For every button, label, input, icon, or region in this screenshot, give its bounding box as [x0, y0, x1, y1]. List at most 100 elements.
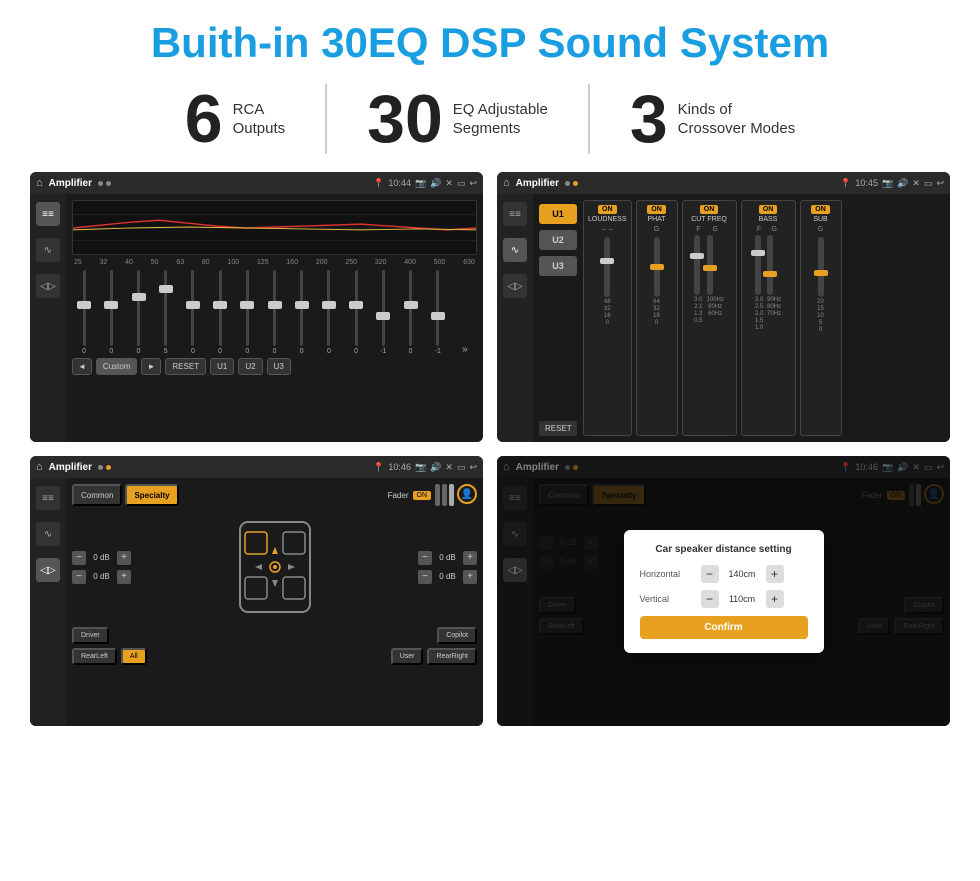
- db-minus-3[interactable]: −: [418, 551, 432, 565]
- eq-next-button[interactable]: ►: [141, 358, 161, 375]
- eq-slider-9[interactable]: 0: [290, 270, 314, 355]
- fader-slider-3[interactable]: [449, 484, 454, 506]
- eq-u2-button[interactable]: U2: [238, 358, 262, 375]
- sidebar-wave-icon-2[interactable]: ∿: [503, 238, 527, 262]
- u3-button[interactable]: U3: [539, 256, 577, 276]
- sidebar-eq-icon-2[interactable]: ≡≡: [503, 202, 527, 226]
- horizontal-label: Horizontal: [640, 569, 695, 579]
- dialog-overlay: Car speaker distance setting Horizontal …: [497, 456, 950, 726]
- home-icon-3[interactable]: ⌂: [36, 461, 43, 473]
- db-minus-1[interactable]: −: [72, 551, 86, 565]
- u1-button[interactable]: U1: [539, 204, 577, 224]
- pin-icon: 📍: [373, 178, 384, 189]
- eq-slider-5[interactable]: 0: [181, 270, 205, 355]
- slider-thumb-2: [104, 301, 118, 309]
- eq-u1-button[interactable]: U1: [210, 358, 234, 375]
- sidebar-wave-icon-3[interactable]: ∿: [36, 522, 60, 546]
- db-plus-4[interactable]: +: [463, 570, 477, 584]
- amp-reset-button[interactable]: RESET: [539, 421, 577, 436]
- eq-title: Amplifier: [49, 178, 92, 189]
- vertical-plus[interactable]: +: [766, 590, 784, 608]
- person-icon[interactable]: 👤: [457, 484, 477, 504]
- specialty-tab[interactable]: Specialty: [125, 484, 178, 506]
- phat-thumb: [650, 264, 664, 270]
- eq-slider-13[interactable]: 0: [398, 270, 422, 355]
- all-btn[interactable]: All: [121, 648, 147, 665]
- db-plus-2[interactable]: +: [117, 570, 131, 584]
- horizontal-plus[interactable]: +: [766, 565, 784, 583]
- eq-reset-button[interactable]: RESET: [165, 358, 206, 375]
- sidebar-vol-icon-2[interactable]: ◁▷: [503, 274, 527, 298]
- db-plus-3[interactable]: +: [463, 551, 477, 565]
- eq-slider-3[interactable]: 0: [126, 270, 150, 355]
- cutfreq-slider-g[interactable]: [707, 235, 713, 295]
- cutfreq-on[interactable]: ON: [700, 205, 719, 214]
- stat-number-rca: 6: [185, 85, 223, 153]
- u2-button[interactable]: U2: [539, 230, 577, 250]
- bass-slider-f[interactable]: [755, 235, 761, 295]
- sub-slider[interactable]: [818, 237, 824, 297]
- db-row-1: − 0 dB +: [72, 551, 131, 565]
- slider-track-9: [300, 270, 303, 346]
- confirm-button[interactable]: Confirm: [640, 616, 808, 639]
- eq-slider-8[interactable]: 0: [262, 270, 286, 355]
- loudness-slider[interactable]: [604, 237, 610, 297]
- db-minus-4[interactable]: −: [418, 570, 432, 584]
- db-plus-1[interactable]: +: [117, 551, 131, 565]
- phat-slider[interactable]: [654, 237, 660, 297]
- eq-slider-4[interactable]: 5: [154, 270, 178, 355]
- dialog-screenshot: ⌂ Amplifier 📍 10:46 📷 🔊 ✕ ▭ ↩: [497, 456, 950, 726]
- expand-icon: »: [462, 344, 468, 355]
- camera-icon-2: 📷: [882, 178, 893, 189]
- eq-u3-button[interactable]: U3: [267, 358, 291, 375]
- db-minus-2[interactable]: −: [72, 570, 86, 584]
- volume-icon-2: 🔊: [897, 178, 908, 189]
- sidebar-vol-icon[interactable]: ◁▷: [36, 274, 60, 298]
- sidebar-wave-icon[interactable]: ∿: [36, 238, 60, 262]
- phat-on[interactable]: ON: [647, 205, 666, 214]
- eq-slider-14[interactable]: -1: [426, 270, 450, 355]
- cutfreq-slider-f[interactable]: [694, 235, 700, 295]
- slider-thumb-8: [268, 301, 282, 309]
- rearleft-btn[interactable]: RearLeft: [72, 648, 117, 665]
- eq-slider-6[interactable]: 0: [208, 270, 232, 355]
- copilot-btn[interactable]: Copilot: [437, 627, 477, 644]
- common-tab[interactable]: Common: [72, 484, 122, 506]
- sidebar-eq-icon-3[interactable]: ≡≡: [36, 486, 60, 510]
- fader-slider-2[interactable]: [442, 484, 447, 506]
- sidebar-vol-icon-3[interactable]: ◁▷: [36, 558, 60, 582]
- speaker-main: Common Specialty Fader ON 👤: [66, 478, 483, 726]
- eq-slider-7[interactable]: 0: [235, 270, 259, 355]
- bass-on[interactable]: ON: [759, 205, 778, 214]
- eq-custom-button[interactable]: Custom: [96, 358, 138, 375]
- sub-on[interactable]: ON: [811, 205, 830, 214]
- eq-slider-12[interactable]: -1: [371, 270, 395, 355]
- eq-slider-1[interactable]: 0: [72, 270, 96, 355]
- user-btn[interactable]: User: [391, 648, 424, 665]
- sidebar-eq-icon[interactable]: ≡≡: [36, 202, 60, 226]
- driver-btn[interactable]: Driver: [72, 627, 109, 644]
- loudness-on[interactable]: ON: [598, 205, 617, 214]
- eq-slider-11[interactable]: 0: [344, 270, 368, 355]
- stat-eq: 30 EQ Adjustable Segments: [327, 85, 588, 153]
- vertical-minus[interactable]: −: [701, 590, 719, 608]
- speaker-bottom-buttons-2: RearLeft All User RearRight: [72, 648, 477, 665]
- horizontal-minus[interactable]: −: [701, 565, 719, 583]
- bass-slider-g[interactable]: [767, 235, 773, 295]
- eq-slider-expand[interactable]: »: [453, 270, 477, 355]
- pin-icon-2: 📍: [840, 178, 851, 189]
- home-icon[interactable]: ⌂: [36, 177, 43, 189]
- volume-icon-3: 🔊: [430, 462, 441, 473]
- eq-slider-10[interactable]: 0: [317, 270, 341, 355]
- eq-slider-2[interactable]: 0: [99, 270, 123, 355]
- slider-track-4: [164, 270, 167, 346]
- eq-prev-button[interactable]: ◄: [72, 358, 92, 375]
- fader-slider-1[interactable]: [435, 484, 440, 506]
- stats-row: 6 RCA Outputs 30 EQ Adjustable Segments …: [30, 84, 950, 154]
- rearright-btn[interactable]: RearRight: [427, 648, 477, 665]
- home-icon-2[interactable]: ⌂: [503, 177, 510, 189]
- bass-sliders: F 3.0 2.5 2.0 1.5: [755, 226, 781, 331]
- page-container: Buith-in 30EQ DSP Sound System 6 RCA Out…: [0, 0, 980, 881]
- topbar-icons-3: 📍 10:46 📷 🔊 ✕ ▭ ↩: [373, 462, 477, 473]
- car-svg: [230, 512, 320, 622]
